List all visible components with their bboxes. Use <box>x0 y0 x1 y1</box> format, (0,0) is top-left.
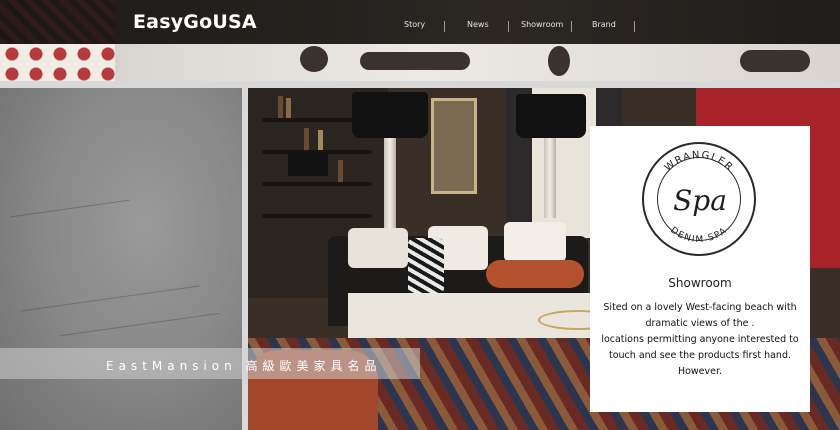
seal-top-text: WRANGLER <box>663 150 735 174</box>
lamp-base <box>544 138 556 218</box>
seal-graphic: WRANGLER DENIM SPA Spa <box>663 150 735 245</box>
book <box>318 130 323 150</box>
card-body-line: Sited on a lovely West-facing beach with <box>603 302 797 313</box>
texture-streak <box>10 199 130 218</box>
shelf <box>262 182 372 186</box>
nav-item-showroom[interactable]: Showroom <box>521 20 563 29</box>
book <box>278 96 283 118</box>
nav-item-news[interactable]: News <box>467 20 489 29</box>
card-body-line: dramatic views of the . <box>645 318 755 329</box>
lamp-shade <box>352 92 428 138</box>
nav-item-story[interactable]: Story <box>404 20 425 29</box>
nav-separator <box>508 21 509 32</box>
card-body-line: However. <box>677 366 723 377</box>
texture-streak <box>20 285 200 312</box>
brand-caption: EastMansion 高級歐美家具名品 <box>106 359 382 373</box>
top-banner-image <box>0 44 840 81</box>
lamp-shade <box>288 152 328 176</box>
book <box>286 98 291 118</box>
seal-bottom-text: DENIM SPA <box>668 225 729 245</box>
card-title: Showroom <box>668 276 732 290</box>
main-nav: Story News Showroom Brand <box>0 0 840 44</box>
pillow <box>504 222 566 262</box>
lamp-base <box>384 138 396 228</box>
card-body-line: locations permitting anyone interested t… <box>601 334 799 345</box>
nav-item-brand[interactable]: Brand <box>592 20 616 29</box>
striped-pillow <box>408 238 444 294</box>
showroom-card[interactable]: WRANGLER DENIM SPA Spa Showroom Sited on… <box>590 126 810 412</box>
book <box>304 128 309 150</box>
pillow <box>348 228 408 268</box>
banner-pattern <box>0 44 115 81</box>
card-body: Sited on a lovely West-facing beach with… <box>598 300 802 380</box>
wrangler-spa-seal-icon: WRANGLER DENIM SPA Spa <box>642 142 756 256</box>
nav-separator <box>444 21 445 32</box>
lamp-shade <box>516 94 586 138</box>
banner-decor <box>300 46 328 72</box>
banner-decor <box>360 52 470 70</box>
nav-separator <box>634 21 635 32</box>
nav-separator <box>571 21 572 32</box>
book <box>338 160 343 182</box>
bolster-pillow <box>486 260 584 288</box>
seal-center-text: Spa <box>673 184 727 217</box>
shelf <box>262 214 372 218</box>
card-body-line: touch and see the products first hand. <box>609 350 791 361</box>
banner-decor <box>548 46 570 76</box>
banner-decor <box>740 50 810 72</box>
texture-streak <box>60 312 220 337</box>
framed-painting <box>431 98 477 194</box>
